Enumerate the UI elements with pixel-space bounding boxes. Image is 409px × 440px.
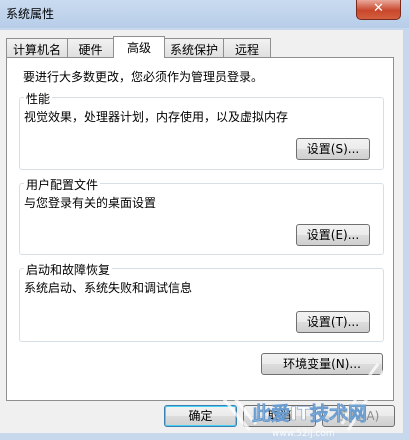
cancel-button[interactable]: 取消 <box>243 405 316 427</box>
performance-label: 性能 <box>24 90 53 107</box>
system-properties-window: 系统属性 ✕ 计算机名 硬件 高级 系统保护 远程 要进行大多数更改，您必须作为… <box>0 0 409 440</box>
advanced-tab-panel: 要进行大多数更改，您必须作为管理员登录。 性能 视觉效果，处理器计划，内存使用，… <box>6 57 394 401</box>
apply-button[interactable]: 应用(A) <box>322 405 395 427</box>
user-profiles-description: 与您登录有关的桌面设置 <box>24 196 157 210</box>
startup-recovery-label: 启动和故障恢复 <box>24 261 113 278</box>
tab-hardware[interactable]: 硬件 <box>67 38 114 57</box>
performance-group: 性能 视觉效果，处理器计划，内存使用，以及虚拟内存 设置(S)... <box>19 90 384 170</box>
performance-settings-button[interactable]: 设置(S)... <box>296 138 370 160</box>
tab-remote[interactable]: 远程 <box>223 38 271 57</box>
dialog-client-area: 计算机名 硬件 高级 系统保护 远程 要进行大多数更改，您必须作为管理员登录。 … <box>0 30 409 433</box>
tab-computer-name[interactable]: 计算机名 <box>6 38 68 57</box>
close-button[interactable]: ✕ <box>356 0 401 20</box>
user-profiles-group: 用户配置文件 与您登录有关的桌面设置 设置(E)... <box>19 176 384 255</box>
window-title: 系统属性 <box>6 7 55 21</box>
user-profiles-settings-button[interactable]: 设置(E)... <box>296 224 370 246</box>
environment-variables-button[interactable]: 环境变量(N)... <box>261 353 383 375</box>
startup-recovery-group: 启动和故障恢复 系统启动、系统失败和调试信息 设置(T)... <box>19 261 384 342</box>
user-profiles-label: 用户配置文件 <box>24 176 101 193</box>
close-icon: ✕ <box>373 1 384 16</box>
performance-description: 视觉效果，处理器计划，内存使用，以及虚拟内存 <box>24 110 289 124</box>
ok-button[interactable]: 确定 <box>164 405 237 427</box>
admin-notice: 要进行大多数更改，您必须作为管理员登录。 <box>23 70 264 84</box>
tab-system-protection[interactable]: 系统保护 <box>164 38 224 57</box>
startup-recovery-description: 系统启动、系统失败和调试信息 <box>24 281 193 295</box>
title-bar[interactable]: 系统属性 ✕ <box>0 0 409 28</box>
tab-advanced[interactable]: 高级 <box>113 36 165 58</box>
startup-recovery-settings-button[interactable]: 设置(T)... <box>296 311 370 333</box>
